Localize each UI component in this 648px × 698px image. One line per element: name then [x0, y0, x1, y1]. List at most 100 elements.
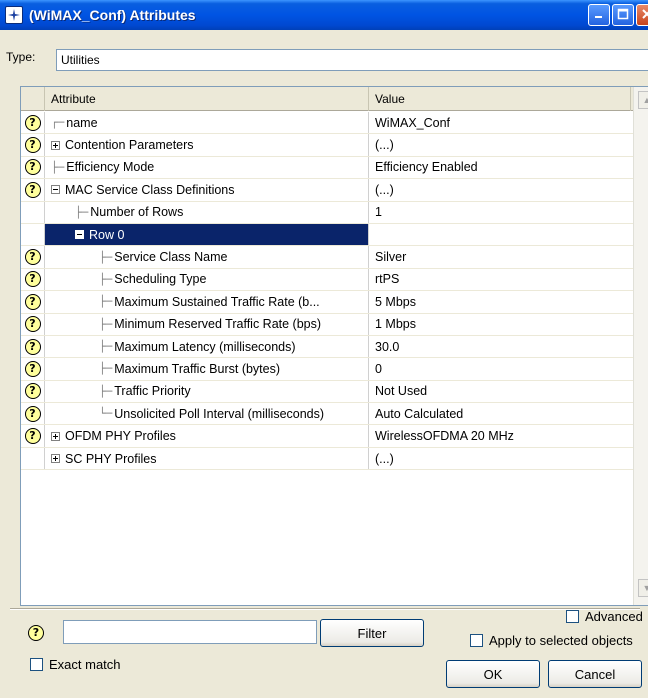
attribute-row[interactable]: Row 0	[21, 223, 633, 247]
help-icon[interactable]: ?	[24, 383, 41, 400]
help-cell	[21, 447, 45, 470]
attribute-cell[interactable]: └─ Unsolicited Poll Interval (millisecond…	[45, 403, 369, 425]
attribute-grid[interactable]: Attribute Value ? ┌─ name WiMAX_Conf? Conten…	[20, 86, 648, 606]
help-cell: ?	[21, 156, 45, 179]
expand-icon[interactable]	[51, 454, 60, 464]
value-cell[interactable]: (...)	[369, 134, 633, 155]
attribute-cell[interactable]: MAC Service Class Definitions	[45, 179, 369, 201]
minimize-button[interactable]	[588, 4, 610, 26]
scroll-down-button[interactable]: ▼	[638, 579, 648, 597]
tree-line-icon: ├─	[99, 340, 113, 354]
attribute-row[interactable]: ? MAC Service Class Definitions (...)	[21, 179, 633, 202]
attribute-label: Unsolicited Poll Interval (milliseconds)	[114, 406, 325, 421]
attribute-cell[interactable]: ├─ Scheduling Type	[45, 268, 369, 291]
title-bar[interactable]: (WiMAX_Conf) Attributes	[0, 0, 648, 30]
help-cell: ?	[21, 335, 45, 358]
filter-button[interactable]: Filter	[320, 619, 424, 647]
value-cell[interactable]: WiMAX_Conf	[369, 112, 633, 133]
attribute-cell[interactable]: ├─ Number of Rows	[45, 201, 369, 223]
help-column-header	[21, 87, 45, 111]
attribute-row[interactable]: ? ├─ Traffic Priority Not Used	[21, 380, 633, 404]
filter-input[interactable]	[63, 620, 317, 644]
value-cell[interactable]: 30.0	[369, 336, 633, 357]
attribute-cell[interactable]: ├─ Traffic Priority	[45, 380, 369, 403]
value-cell[interactable]: 0	[369, 358, 633, 379]
attribute-cell[interactable]: ├─ Maximum Traffic Burst (bytes)	[45, 358, 369, 380]
help-icon[interactable]: ?	[24, 338, 41, 355]
value-cell[interactable]: 5 Mbps	[369, 291, 633, 312]
help-cell: ?	[21, 358, 45, 380]
attribute-column-header[interactable]: Attribute	[45, 87, 369, 111]
help-icon[interactable]: ?	[24, 159, 41, 176]
value-cell[interactable]: Auto Calculated	[369, 403, 633, 424]
help-icon[interactable]: ?	[24, 360, 41, 377]
attribute-row[interactable]: ? Contention Parameters (...)	[21, 134, 633, 157]
help-icon[interactable]: ?	[24, 271, 41, 288]
advanced-option[interactable]: Advanced	[566, 609, 643, 624]
ok-button[interactable]: OK	[446, 660, 540, 688]
value-cell[interactable]: (...)	[369, 179, 633, 200]
help-icon[interactable]: ?	[24, 114, 41, 131]
attribute-label: MAC Service Class Definitions	[65, 182, 235, 197]
help-icon[interactable]: ?	[24, 293, 41, 310]
value-cell[interactable]: WirelessOFDMA 20 MHz	[369, 425, 633, 446]
value-column-header[interactable]: Value	[369, 87, 631, 111]
help-icon[interactable]: ?	[24, 428, 41, 445]
attribute-row[interactable]: ? ├─ Minimum Reserved Traffic Rate (bps) 1 …	[21, 313, 633, 336]
attribute-row[interactable]: ? ├─ Efficiency Mode Efficiency Enabled	[21, 156, 633, 180]
attribute-cell[interactable]: ├─ Efficiency Mode	[45, 156, 369, 179]
help-icon[interactable]: ?	[24, 249, 41, 266]
attribute-cell[interactable]: SC PHY Profiles	[45, 447, 369, 470]
tree-line-icon: ├─	[99, 272, 113, 286]
value-cell[interactable]: Not Used	[369, 381, 633, 402]
attribute-row[interactable]: ? ├─ Maximum Latency (milliseconds) 30.0	[21, 335, 633, 359]
value-cell[interactable]: (...)	[369, 448, 633, 469]
close-button[interactable]	[636, 4, 648, 26]
attribute-row[interactable]: ? ├─ Service Class Name Silver	[21, 246, 633, 269]
help-icon[interactable]: ?	[24, 405, 41, 422]
exact-match-option[interactable]: Exact match	[30, 657, 121, 672]
expand-icon[interactable]	[51, 140, 60, 150]
attribute-row[interactable]: ? ┌─ name WiMAX_Conf	[21, 112, 633, 135]
attribute-cell[interactable]: ├─ Maximum Latency (milliseconds)	[45, 335, 369, 358]
attribute-row[interactable]: SC PHY Profiles (...)	[21, 447, 633, 471]
arrow-up-icon: ▲	[643, 95, 648, 105]
attribute-cell[interactable]: ├─ Minimum Reserved Traffic Rate (bps)	[45, 313, 369, 335]
attribute-row[interactable]: ? ├─ Maximum Traffic Burst (bytes) 0	[21, 358, 633, 381]
maximize-button[interactable]	[612, 4, 634, 26]
apply-selected-option[interactable]: Apply to selected objects	[470, 633, 633, 648]
collapse-icon[interactable]	[51, 185, 60, 195]
advanced-checkbox[interactable]	[566, 610, 579, 623]
vertical-scrollbar[interactable]: ▲ ▼	[633, 87, 648, 605]
value-cell[interactable]: rtPS	[369, 269, 633, 290]
attribute-row[interactable]: ? OFDM PHY Profiles WirelessOFDMA 20 MHz	[21, 425, 633, 448]
attribute-label: OFDM PHY Profiles	[65, 429, 176, 444]
attribute-cell[interactable]: ├─ Service Class Name	[45, 246, 369, 268]
help-icon[interactable]: ?	[24, 137, 41, 154]
value-cell[interactable]: Efficiency Enabled	[369, 157, 633, 178]
apply-selected-checkbox[interactable]	[470, 634, 483, 647]
exact-match-checkbox[interactable]	[30, 658, 43, 671]
attribute-cell[interactable]: ┌─ name	[45, 112, 369, 134]
attribute-cell[interactable]: ├─ Maximum Sustained Traffic Rate (b...	[45, 291, 369, 313]
attribute-cell[interactable]: Contention Parameters	[45, 134, 369, 156]
cancel-button[interactable]: Cancel	[548, 660, 642, 688]
value-cell[interactable]	[369, 224, 633, 245]
help-icon[interactable]: ?	[28, 625, 44, 641]
attribute-cell[interactable]: OFDM PHY Profiles	[45, 425, 369, 447]
value-cell[interactable]: Silver	[369, 246, 633, 267]
attribute-row[interactable]: ? └─ Unsolicited Poll Interval (millisecon…	[21, 403, 633, 426]
help-icon[interactable]: ?	[24, 181, 41, 198]
scroll-up-button[interactable]: ▲	[638, 91, 648, 109]
attribute-row[interactable]: ├─ Number of Rows 1	[21, 201, 633, 224]
attribute-cell[interactable]: Row 0	[45, 223, 369, 246]
advanced-label: Advanced	[585, 609, 643, 624]
type-field[interactable]: Utilities	[56, 49, 648, 71]
expand-icon[interactable]	[51, 431, 60, 441]
value-cell[interactable]: 1	[369, 202, 633, 223]
attribute-row[interactable]: ? ├─ Scheduling Type rtPS	[21, 268, 633, 292]
collapse-icon[interactable]	[75, 230, 84, 240]
attribute-row[interactable]: ? ├─ Maximum Sustained Traffic Rate (b... 5…	[21, 291, 633, 314]
help-icon[interactable]: ?	[24, 316, 41, 333]
value-cell[interactable]: 1 Mbps	[369, 314, 633, 335]
